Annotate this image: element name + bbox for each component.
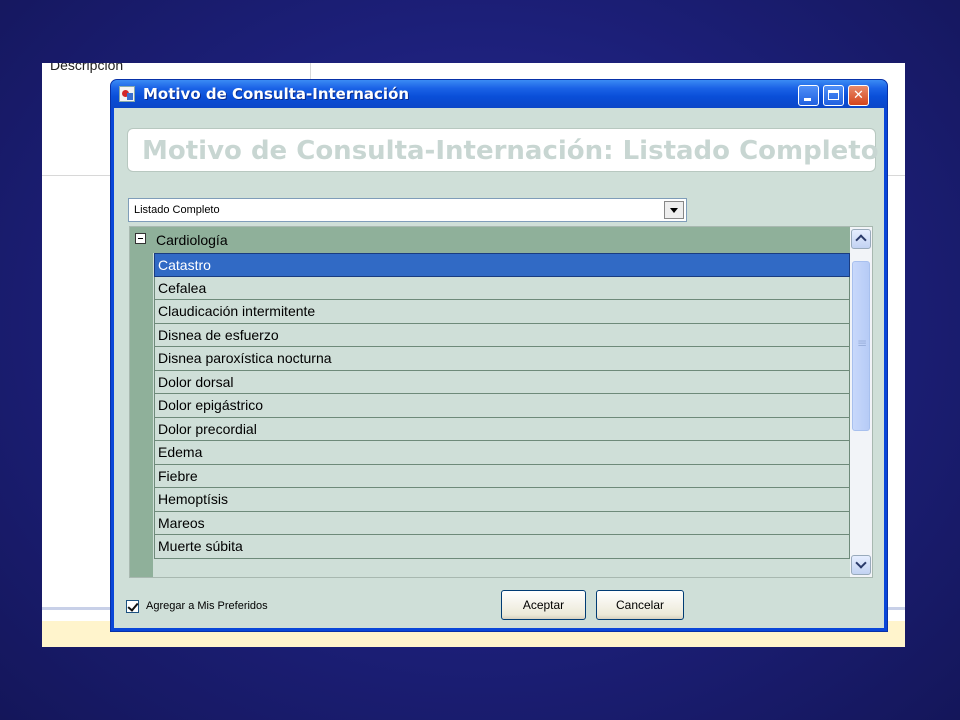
reasons-tree: Cardiología Catastro Cefalea Claudicación … <box>129 226 873 578</box>
list-item-label: Disnea de esfuerzo <box>158 326 279 343</box>
list-item[interactable]: Dolor dorsal <box>154 370 850 394</box>
list-item[interactable]: Cefalea <box>154 276 850 300</box>
title-bar[interactable]: Motivo de Consulta-Internación ✕ <box>111 80 887 108</box>
description-label: Descripción <box>50 63 124 73</box>
dialog-window: Motivo de Consulta-Internación ✕ Motivo … <box>110 79 888 632</box>
list-item[interactable]: Dolor precordial <box>154 417 850 441</box>
list-item-label: Dolor dorsal <box>158 373 234 390</box>
list-item-label: Edema <box>158 444 203 460</box>
list-item[interactable]: Muerte súbita <box>154 535 850 559</box>
app-icon <box>119 86 135 102</box>
add-favorites-checkbox[interactable] <box>126 600 139 613</box>
scroll-down-button[interactable] <box>851 555 871 575</box>
tree-group-header[interactable]: Cardiología <box>130 227 850 253</box>
list-item[interactable]: Disnea de esfuerzo <box>154 323 850 347</box>
list-filter-dropdown[interactable]: Listado Completo <box>128 198 687 222</box>
list-item-label: Dolor epigástrico <box>158 397 264 413</box>
list-item-label: Fiebre <box>158 467 198 484</box>
list-item-label: Cefalea <box>158 279 207 296</box>
add-favorites-label: Agregar a Mis Preferidos <box>146 600 268 612</box>
list-item-label: Claudicación intermitente <box>158 303 316 319</box>
window-title: Motivo de Consulta-Internación <box>143 85 410 103</box>
list-item[interactable]: Edema <box>154 441 850 465</box>
group-label: Cardiología <box>156 232 228 248</box>
maximize-button[interactable] <box>823 85 844 106</box>
scroll-thumb[interactable] <box>852 261 870 431</box>
list-item[interactable]: Disnea paroxística nocturna <box>154 347 850 371</box>
cancel-button[interactable]: Cancelar <box>596 590 684 620</box>
list-item[interactable]: Dolor epigástrico <box>154 394 850 418</box>
list-item-label: Catastro <box>158 257 211 273</box>
tree-rows: Catastro Cefalea Claudicación intermitente… <box>154 253 850 559</box>
dropdown-selected-value: Listado Completo <box>134 204 220 216</box>
chevron-down-icon[interactable] <box>664 201 684 219</box>
list-item-label: Disnea paroxística nocturna <box>158 350 332 366</box>
list-item-label: Muerte súbita <box>158 538 243 554</box>
list-item-label: Dolor precordial <box>158 420 257 437</box>
dialog-client-area: Motivo de Consulta-Internación: Listado … <box>114 108 884 628</box>
list-item[interactable]: Mareos <box>154 511 850 535</box>
tree-indent-band <box>130 253 153 577</box>
minimize-button[interactable] <box>798 85 819 106</box>
header-panel: Motivo de Consulta-Internación: Listado … <box>127 128 879 172</box>
close-button[interactable]: ✕ <box>848 85 869 106</box>
vertical-scrollbar[interactable] <box>850 227 872 577</box>
list-item[interactable]: Claudicación intermitente <box>154 300 850 324</box>
list-item[interactable]: Fiebre <box>154 464 850 488</box>
close-icon: ✕ <box>853 88 864 103</box>
collapse-icon[interactable] <box>135 233 146 244</box>
list-item[interactable]: Hemoptísis <box>154 488 850 512</box>
scroll-up-button[interactable] <box>851 229 871 249</box>
list-item[interactable]: Catastro <box>154 253 850 277</box>
list-item-label: Hemoptísis <box>158 491 229 507</box>
accept-button[interactable]: Aceptar <box>501 590 586 620</box>
list-item-label: Mareos <box>158 514 205 531</box>
page-title: Motivo de Consulta-Internación: Listado … <box>142 136 879 166</box>
